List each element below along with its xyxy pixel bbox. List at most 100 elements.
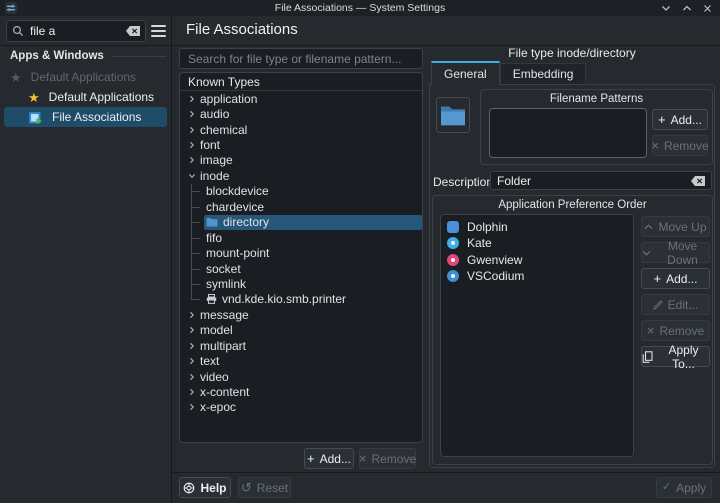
edit-app-button[interactable]: Edit...	[641, 294, 710, 315]
known-types-tree: applicationaudiochemicalfontimageinodebl…	[180, 91, 422, 415]
add-type-button[interactable]: +Add...	[304, 448, 354, 469]
help-icon	[183, 482, 195, 494]
clear-description-icon[interactable]	[691, 176, 705, 186]
tree-item-label: multipart	[200, 339, 246, 353]
tree-item-video[interactable]: video	[180, 369, 422, 384]
sidebar: Apps & Windows ★ Default Applications ★ …	[0, 16, 172, 503]
remove-pattern-button[interactable]: ×Remove	[652, 135, 708, 156]
close-icon[interactable]	[703, 4, 712, 13]
tree-item-inode[interactable]: inode	[180, 168, 422, 183]
tree-item-directory[interactable]: directory	[180, 215, 422, 230]
app-row-dolphin[interactable]: Dolphin	[441, 219, 633, 235]
tab-general[interactable]: General	[431, 61, 500, 85]
tree-item-label: application	[200, 92, 257, 106]
file-associations-icon	[28, 110, 43, 125]
app-row-vscodium[interactable]: VSCodium	[441, 268, 633, 284]
expand-icon[interactable]	[186, 388, 198, 396]
remove-app-button[interactable]: ×Remove	[641, 320, 710, 341]
tree-item-text[interactable]: text	[180, 353, 422, 368]
tree-item-multipart[interactable]: multipart	[180, 338, 422, 353]
known-types-header: Known Types	[180, 73, 422, 91]
tree-guide-line	[186, 230, 204, 245]
app-preference-list[interactable]: DolphinKate GwenviewVSCodium	[440, 214, 634, 457]
tree-item-label: blockdevice	[206, 184, 269, 198]
reset-button[interactable]: ↺Reset	[238, 477, 291, 498]
tree-item-chardevice[interactable]: chardevice	[180, 199, 422, 214]
menu-button[interactable]	[151, 22, 170, 40]
tree-item-fifo[interactable]: fifo	[180, 230, 422, 245]
tree-item-label: image	[200, 153, 233, 167]
collapse-icon[interactable]	[186, 172, 198, 180]
help-button[interactable]: Help	[179, 477, 231, 498]
tree-item-x-epoc[interactable]: x-epoc	[180, 400, 422, 415]
sidebar-item-default-applications[interactable]: ★ Default Applications	[4, 87, 167, 107]
tree-guide-line	[186, 292, 204, 307]
expand-icon[interactable]	[186, 156, 198, 164]
printer-icon	[206, 294, 217, 304]
tree-item-mount-point[interactable]: mount-point	[180, 245, 422, 260]
tree-guide-line	[186, 261, 204, 276]
tree-item-audio[interactable]: audio	[180, 106, 422, 121]
file-type-detail-panel: File type inode/directory General Embedd…	[429, 46, 715, 468]
window-controls	[661, 0, 712, 16]
move-up-button[interactable]: Move Up	[641, 216, 710, 237]
maximize-icon[interactable]	[682, 5, 692, 12]
tree-item-socket[interactable]: socket	[180, 261, 422, 276]
move-down-button[interactable]: Move Down	[641, 242, 710, 263]
tree-item-font[interactable]: font	[180, 137, 422, 152]
add-app-button[interactable]: +Add...	[641, 268, 710, 289]
gwenview-icon	[447, 254, 459, 266]
expand-icon[interactable]	[186, 403, 198, 411]
expand-icon[interactable]	[186, 141, 198, 149]
app-name: Gwenview	[467, 253, 522, 267]
filename-patterns-list[interactable]	[489, 108, 647, 158]
app-row-gwenview[interactable]: Gwenview	[441, 252, 633, 268]
tree-item-message[interactable]: message	[180, 307, 422, 322]
content-area: File Associations Known Types applicatio…	[173, 16, 720, 503]
filename-patterns-group: Filename Patterns +Add... ×Remove	[480, 89, 713, 165]
pencil-icon	[653, 300, 663, 310]
mime-search-input[interactable]	[179, 48, 423, 69]
tree-item-vnd.kde.kio.smb.printer[interactable]: vnd.kde.kio.smb.printer	[180, 292, 422, 307]
expand-icon[interactable]	[186, 357, 198, 365]
check-icon: ✓	[662, 482, 671, 493]
plus-icon: +	[658, 113, 666, 126]
plus-icon: +	[307, 452, 315, 465]
app-preference-group: Application Preference Order DolphinKate…	[432, 195, 713, 465]
remove-type-button[interactable]: ×Remove	[359, 448, 416, 469]
tree-item-symlink[interactable]: symlink	[180, 276, 422, 291]
dolphin-icon	[447, 221, 459, 233]
expand-icon[interactable]	[186, 126, 198, 134]
tab-embedding[interactable]: Embedding	[500, 63, 587, 84]
tree-item-application[interactable]: application	[180, 91, 422, 106]
apply-button[interactable]: ✓Apply	[656, 477, 712, 498]
add-pattern-button[interactable]: +Add...	[652, 109, 708, 130]
sidebar-search-input[interactable]	[28, 23, 122, 39]
sidebar-item-default-applications-category: ★ Default Applications	[4, 67, 167, 87]
app-row-kate[interactable]: Kate	[441, 235, 633, 251]
tree-item-label: mount-point	[206, 246, 269, 260]
tree-item-model[interactable]: model	[180, 323, 422, 338]
clear-search-icon[interactable]	[126, 26, 140, 36]
folder-icon	[440, 105, 466, 126]
apply-to-button[interactable]: Apply To...	[641, 346, 710, 367]
expand-icon[interactable]	[186, 95, 198, 103]
minimize-icon[interactable]	[661, 5, 671, 12]
expand-icon[interactable]	[186, 110, 198, 118]
expand-icon[interactable]	[186, 311, 198, 319]
tree-item-label: fifo	[206, 231, 222, 245]
sidebar-item-file-associations[interactable]: File Associations	[4, 107, 167, 127]
expand-icon[interactable]	[186, 342, 198, 350]
mime-type-icon-button[interactable]	[436, 97, 470, 133]
expand-icon[interactable]	[186, 373, 198, 381]
expand-icon[interactable]	[186, 326, 198, 334]
description-field[interactable]: Folder	[490, 171, 712, 190]
tree-item-x-content[interactable]: x-content	[180, 384, 422, 399]
tree-item-image[interactable]: image	[180, 153, 422, 168]
tree-item-chemical[interactable]: chemical	[180, 122, 422, 137]
tree-guide-line	[186, 215, 204, 230]
app-name: Kate	[467, 236, 492, 250]
tree-item-blockdevice[interactable]: blockdevice	[180, 184, 422, 199]
section-label: Apps & Windows	[10, 50, 104, 62]
tree-item-label: message	[200, 308, 249, 322]
